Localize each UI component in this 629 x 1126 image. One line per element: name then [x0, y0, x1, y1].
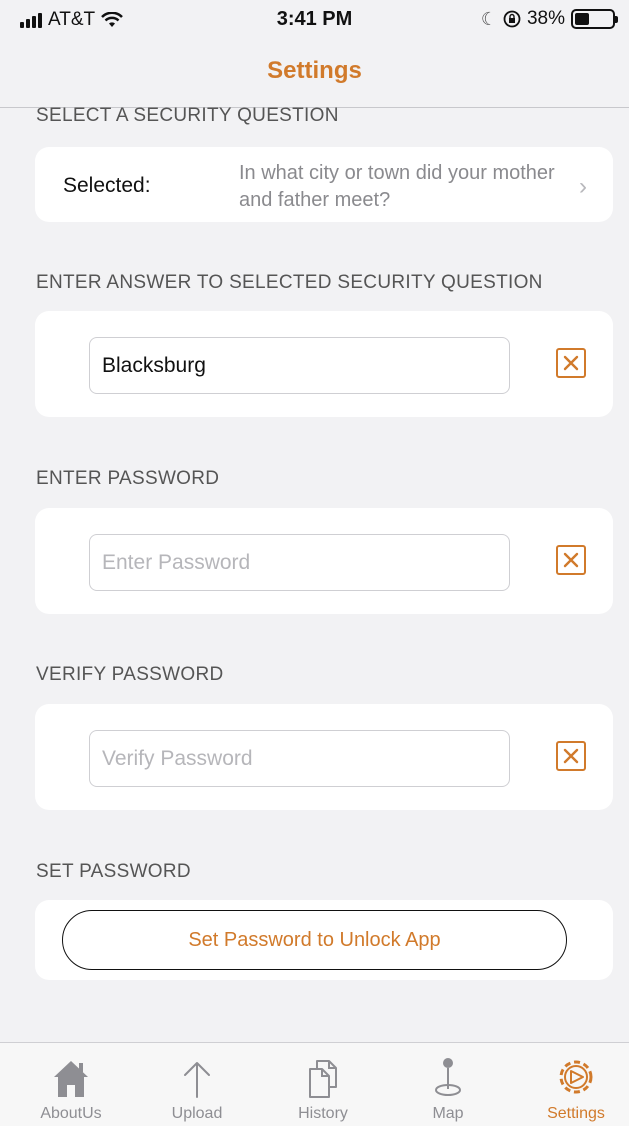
clear-answer-button[interactable]: [556, 348, 586, 378]
clear-verify-button[interactable]: [556, 741, 586, 771]
verify-password-input[interactable]: [89, 730, 510, 787]
tab-label-map: Map: [432, 1105, 464, 1122]
tab-history[interactable]: History: [273, 1053, 373, 1123]
map-pin-icon: [435, 1058, 461, 1096]
answer-header: ENTER ANSWER TO SELECTED SECURITY QUESTI…: [36, 272, 543, 293]
verify-header: VERIFY PASSWORD: [36, 664, 224, 685]
page-title: Settings: [267, 57, 362, 84]
tab-label-history: History: [298, 1105, 348, 1122]
status-right: ☾ 38%: [480, 8, 618, 30]
selected-label: Selected:: [63, 174, 151, 197]
close-icon: [563, 552, 579, 568]
rotation-lock-icon: [503, 10, 521, 28]
tab-settings[interactable]: Settings: [526, 1053, 626, 1123]
password-input[interactable]: [89, 534, 510, 591]
battery-fill: [575, 13, 589, 25]
set-password-header: SET PASSWORD: [36, 861, 191, 882]
upload-arrow-icon: [184, 1062, 210, 1098]
clear-password-button[interactable]: [556, 545, 586, 575]
tab-label-aboutus: AboutUs: [40, 1105, 102, 1122]
close-icon: [563, 748, 579, 764]
tab-aboutus[interactable]: AboutUs: [21, 1053, 121, 1123]
password-card: [35, 508, 613, 614]
tab-label-settings: Settings: [547, 1105, 605, 1122]
password-header: ENTER PASSWORD: [36, 468, 220, 489]
documents-icon: [309, 1060, 337, 1098]
tab-label-upload: Upload: [171, 1105, 223, 1122]
status-bar: AT&T 3:41 PM ☾ 38%: [0, 0, 629, 40]
set-password-button[interactable]: Set Password to Unlock App: [62, 910, 567, 970]
close-icon: [563, 355, 579, 371]
selected-question: In what city or town did your mother and…: [239, 162, 555, 211]
security-question-header: SELECT A SECURITY QUESTION: [36, 105, 339, 126]
moon-icon: ☾: [480, 8, 497, 29]
verify-card: [35, 704, 613, 810]
battery-percent: 38%: [526, 8, 565, 29]
set-password-card: Set Password to Unlock App: [35, 900, 613, 980]
tab-bar: AboutUs Upload History Map Settings: [0, 1042, 629, 1126]
answer-input[interactable]: [89, 337, 510, 394]
chevron-right-icon: ›: [579, 173, 587, 200]
battery-icon: [571, 9, 618, 29]
gear-icon: [559, 1060, 593, 1094]
settings-screen: AT&T 3:41 PM ☾ 38% Settings SELECT A SEC…: [0, 0, 629, 1126]
tab-map[interactable]: Map: [398, 1053, 498, 1123]
tab-upload[interactable]: Upload: [147, 1053, 247, 1123]
home-icon: [54, 1061, 88, 1097]
security-question-row[interactable]: Selected: In what city or town did your …: [35, 147, 613, 222]
answer-card: [35, 311, 613, 417]
